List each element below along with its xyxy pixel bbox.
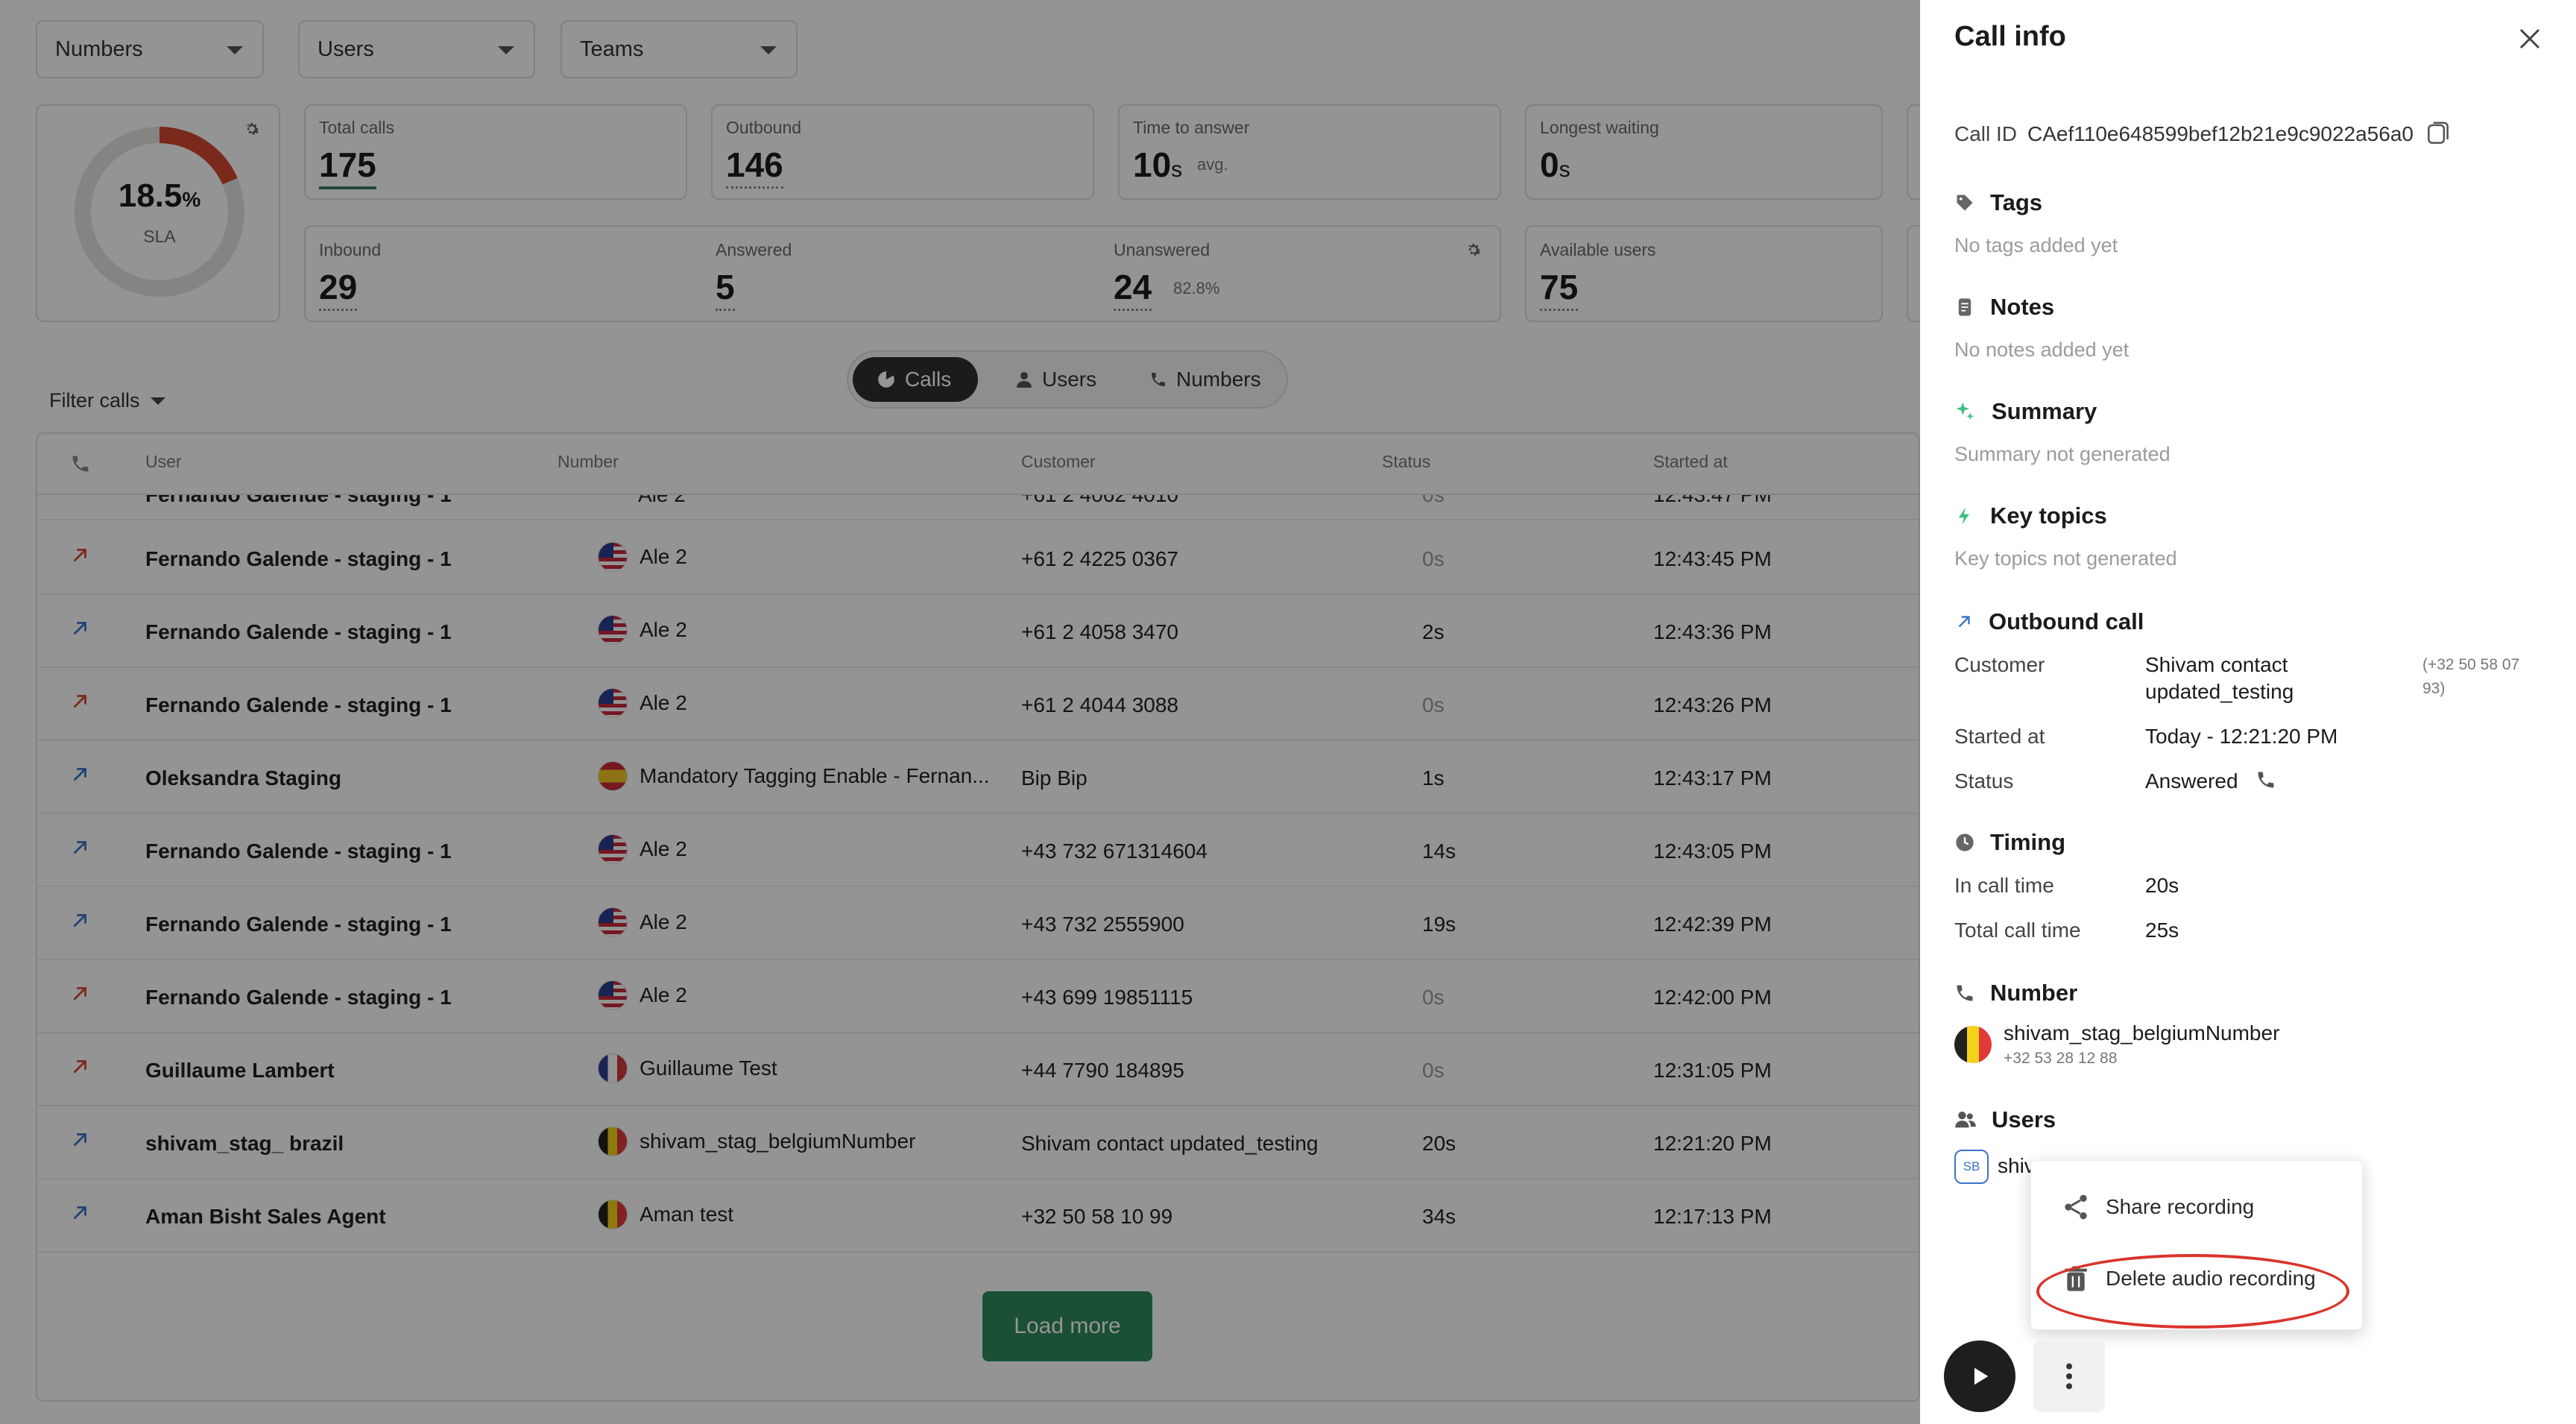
number-name[interactable]: shivam_stag_belgiumNumber [2004,1021,2279,1045]
timing-section-title: Timing [1954,829,2065,856]
avatar: SB [1954,1150,1989,1184]
in-call-time-value: 20s [2145,874,2179,897]
number-phone: +32 53 28 12 88 [2004,1050,2118,1067]
phone-icon [1957,985,1973,1001]
notes-empty-text: No notes added yet [1954,338,2130,361]
tag-icon [1957,195,1973,211]
customer-phone-line2: 93) [2422,680,2446,697]
total-call-time-value: 25s [2145,919,2179,942]
belgium-flag-icon [1954,1026,1992,1063]
summary-section-title: Summary [1954,398,2097,425]
user-name-partial[interactable]: shiv [1998,1154,2035,1178]
status-label: Status [1954,769,2014,793]
highlight-ellipse [2036,1254,2349,1329]
customer-name-line1[interactable]: Shivam contact [2145,653,2288,677]
number-section-title: Number [1954,980,2077,1006]
started-at-value: Today - 12:21:20 PM [2145,725,2338,748]
modal-overlay[interactable] [0,0,1920,1424]
play-button[interactable] [1944,1340,2015,1412]
phone-icon [2258,772,2274,788]
clock-icon [1956,834,1974,851]
tags-section-title: Tags [1954,189,2042,216]
in-call-time-label: In call time [1954,874,2054,897]
total-call-time-label: Total call time [1954,919,2081,942]
customer-name-line2[interactable]: updated_testing [2145,680,2294,704]
kebab-menu-icon [2066,1363,2072,1390]
note-icon [1958,298,1972,316]
sparkle-icon [1956,402,1974,420]
summary-empty-text: Summary not generated [1954,443,2171,465]
more-options-button[interactable] [2033,1340,2105,1412]
copy-icon[interactable] [2424,119,2452,148]
users-icon [1955,1112,1976,1128]
status-value: Answered [2145,769,2238,793]
outbound-call-section-title: Outbound call [1954,608,2144,635]
key-topics-empty-text: Key topics not generated [1954,547,2177,570]
users-section-title: Users [1954,1106,2056,1133]
share-icon [2065,1194,2087,1220]
lightning-icon [1958,507,1969,525]
outbound-arrow-icon [1958,616,1970,628]
customer-label: Customer [1954,653,2045,676]
call-id-label: Call ID [1954,122,2018,145]
customer-phone-line1: (+32 50 58 07 [2422,656,2520,673]
tags-empty-text: No tags added yet [1954,234,2118,256]
key-topics-section-title: Key topics [1954,503,2107,529]
panel-title: Call info [1954,21,2066,52]
notes-section-title: Notes [1954,294,2054,321]
started-at-label: Started at [1954,725,2045,748]
close-icon[interactable] [2516,25,2543,52]
call-id-value: CAef110e648599bef12b21e9c9022a56a0 [2027,122,2414,145]
share-recording-menu-item[interactable]: Share recording [2061,1192,2254,1222]
play-icon [1974,1367,1989,1385]
share-recording-label: Share recording [2106,1195,2255,1218]
